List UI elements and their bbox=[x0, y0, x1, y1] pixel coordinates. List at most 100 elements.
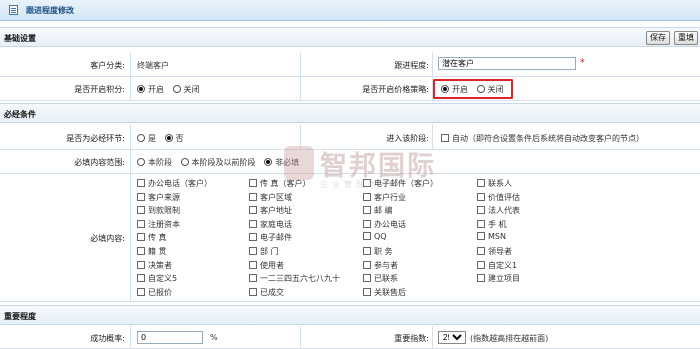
checkbox-label: 邮 编 bbox=[374, 206, 393, 216]
scope-stage-radio[interactable] bbox=[137, 158, 145, 166]
follow-level-input[interactable]: 潜在客户 bbox=[438, 57, 576, 70]
auto-checkbox[interactable] bbox=[441, 134, 449, 142]
content-checkbox-item[interactable]: MSN bbox=[477, 232, 506, 241]
scope-before-radio[interactable] bbox=[180, 158, 189, 166]
content-checkbox-item[interactable]: 手 机 bbox=[477, 219, 507, 230]
content-checkbox-item[interactable]: 自定义5 bbox=[137, 273, 177, 284]
content-checkbox-item[interactable]: 关联售后 bbox=[363, 287, 406, 298]
points-on-radio[interactable] bbox=[137, 85, 145, 93]
content-checkbox-item[interactable]: 领导者 bbox=[477, 246, 512, 257]
checkbox[interactable] bbox=[137, 247, 145, 255]
checkbox-label: 客户地址 bbox=[260, 206, 292, 216]
checkbox[interactable] bbox=[477, 206, 485, 215]
content-checkbox-item[interactable]: 职 务 bbox=[363, 246, 393, 257]
content-checkbox-item[interactable]: 传 真 bbox=[137, 232, 167, 243]
content-checkbox-item[interactable]: 家庭电话 bbox=[249, 219, 292, 230]
content-checkbox-item[interactable]: QQ bbox=[363, 232, 387, 241]
checkbox[interactable] bbox=[137, 274, 145, 283]
save-button[interactable]: 保存 bbox=[646, 31, 670, 45]
checkbox[interactable] bbox=[249, 192, 257, 201]
checkbox[interactable] bbox=[137, 179, 145, 187]
checkbox[interactable] bbox=[363, 232, 371, 241]
content-checkbox-item[interactable]: 参与者 bbox=[363, 260, 398, 271]
scope-before-label: 本阶段及以前阶段 bbox=[191, 158, 256, 167]
must-yes-radio[interactable] bbox=[137, 134, 145, 142]
checkbox[interactable] bbox=[249, 179, 257, 187]
content-checkbox-item[interactable]: 注册资本 bbox=[137, 219, 180, 230]
content-checkbox-item[interactable]: 电子邮件 bbox=[249, 232, 292, 243]
content-checkbox-item[interactable]: 使用者 bbox=[249, 260, 284, 271]
checkbox[interactable] bbox=[477, 260, 485, 269]
content-checkbox-item[interactable]: 籍 贯 bbox=[137, 246, 167, 257]
checkbox-label: 联系人 bbox=[488, 179, 512, 188]
checkbox[interactable] bbox=[137, 192, 145, 201]
points-off-radio[interactable] bbox=[172, 85, 181, 93]
content-checkbox-item[interactable]: 客户地址 bbox=[249, 205, 292, 216]
checkbox[interactable] bbox=[137, 287, 145, 296]
content-checkbox-item[interactable]: 办公电话（客户） bbox=[137, 178, 212, 189]
checkbox[interactable] bbox=[137, 219, 145, 228]
content-checkbox-item[interactable]: 到款限制 bbox=[137, 205, 180, 216]
scope-none-radio[interactable] bbox=[264, 158, 273, 166]
must-no-radio[interactable] bbox=[164, 134, 173, 142]
checkbox[interactable] bbox=[363, 179, 371, 187]
content-checkbox-item[interactable]: 客户区域 bbox=[249, 192, 292, 203]
content-checkbox-item[interactable]: 已成交 bbox=[249, 287, 284, 298]
content-checkbox-item[interactable]: 建立项目 bbox=[477, 273, 520, 284]
content-checkbox-item[interactable]: 客户行业 bbox=[363, 192, 406, 203]
checkbox[interactable] bbox=[477, 219, 485, 228]
content-checkbox-item[interactable]: 部 门 bbox=[249, 246, 279, 257]
checkbox[interactable] bbox=[249, 274, 257, 283]
content-checkbox-item[interactable]: 联系人 bbox=[477, 178, 512, 189]
checkbox[interactable] bbox=[249, 247, 257, 255]
checkbox-label: 参与者 bbox=[374, 260, 398, 270]
checkbox[interactable] bbox=[249, 233, 257, 242]
checkbox[interactable] bbox=[363, 274, 371, 283]
checkbox[interactable] bbox=[137, 260, 145, 269]
checkbox-label: 领导者 bbox=[488, 247, 512, 256]
content-checkbox-item[interactable]: 办公电话 bbox=[363, 219, 406, 230]
content-checkbox-item[interactable]: 电子邮件（客户） bbox=[363, 178, 438, 189]
checkbox[interactable] bbox=[477, 247, 485, 255]
checkbox-label: 决策者 bbox=[148, 260, 172, 270]
checkbox[interactable] bbox=[363, 206, 371, 215]
checkbox[interactable] bbox=[249, 260, 257, 269]
checkbox[interactable] bbox=[477, 179, 485, 187]
checkbox-label: QQ bbox=[374, 232, 387, 242]
content-checkbox-item[interactable]: 自定义1 bbox=[477, 260, 517, 271]
checkbox[interactable] bbox=[249, 219, 257, 228]
section-basic-label: 基础设置 bbox=[4, 34, 36, 43]
checkbox[interactable] bbox=[137, 206, 145, 215]
checkbox-label: 已成交 bbox=[260, 287, 284, 297]
checkbox[interactable] bbox=[477, 232, 485, 241]
must-step-radio-group: 是 否 bbox=[137, 133, 184, 144]
content-checkbox-item[interactable]: 客户来源 bbox=[137, 192, 180, 203]
checkbox-label: 电子邮件 bbox=[260, 233, 292, 243]
must-step-label: 是否为必经环节: bbox=[66, 134, 125, 143]
checkbox[interactable] bbox=[477, 192, 485, 201]
content-checkbox-item[interactable]: 法人代表 bbox=[477, 205, 520, 216]
checkbox[interactable] bbox=[363, 219, 371, 228]
checkbox-label: 已报价 bbox=[148, 287, 172, 297]
content-checkbox-item[interactable]: 传 真（客户） bbox=[249, 178, 311, 189]
content-checkbox-item[interactable]: 决策者 bbox=[137, 260, 172, 271]
content-checkbox-item[interactable]: 已报价 bbox=[137, 287, 172, 298]
content-checkbox-item[interactable]: 价值评估 bbox=[477, 192, 520, 203]
checkbox[interactable] bbox=[363, 260, 371, 269]
checkbox[interactable] bbox=[363, 192, 371, 201]
section-required: 必经条件 bbox=[0, 103, 700, 123]
checkbox[interactable] bbox=[363, 287, 371, 296]
checkbox[interactable] bbox=[249, 287, 257, 296]
row-points: 是否开启积分: 开启 关闭 是否开启价格策略: 开启 关闭 bbox=[0, 77, 700, 101]
checkbox[interactable] bbox=[137, 233, 145, 242]
checkbox[interactable] bbox=[477, 274, 485, 283]
enter-stage-label: 进入该阶段: bbox=[386, 134, 429, 143]
content-checkbox-item[interactable]: 已联系 bbox=[363, 273, 398, 284]
content-checkbox-item[interactable]: 邮 编 bbox=[363, 205, 393, 216]
success-rate-input[interactable]: 0 bbox=[137, 331, 203, 344]
checkbox[interactable] bbox=[363, 247, 371, 255]
importance-index-select[interactable]: 29 bbox=[438, 331, 466, 344]
reset-button[interactable]: 重填 bbox=[674, 31, 698, 45]
checkbox[interactable] bbox=[249, 206, 257, 215]
content-checkbox-item[interactable]: 一二三四五六七八九十 bbox=[249, 273, 340, 284]
